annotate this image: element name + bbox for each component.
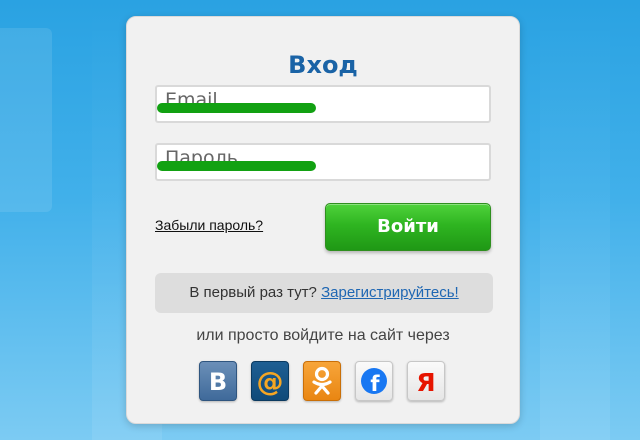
email-field[interactable] [155,85,491,123]
mail-ru-icon: @ [257,367,284,398]
facebook-icon: f [361,368,387,396]
register-prompt: В первый раз тут? [189,284,322,301]
facebook-login-button[interactable]: f [355,361,393,401]
odnoklassniki-icon [312,366,332,395]
svg-text:Я: Я [416,368,435,397]
login-card: Вход Забыли пароль? Войти В первый раз т… [126,16,520,424]
background-streak [540,0,610,440]
yandex-icon: Я [416,368,435,397]
login-title: Вход [288,51,358,79]
svg-text:B: B [209,368,227,396]
login-button[interactable]: Войти [325,203,491,251]
register-bar: В первый раз тут? Зарегистрируйтесь! [155,273,493,313]
email-progress-bar [157,103,317,113]
register-link[interactable]: Зарегистрируйтесь! [321,284,459,301]
svg-text:f: f [370,372,380,396]
social-login-caption: или просто войдите на сайт через [196,327,450,344]
social-login-row: B @ f Я [199,361,449,403]
password-field[interactable] [155,143,491,181]
vk-login-button[interactable]: B [199,361,237,401]
password-progress-bar [157,161,317,171]
mail-ru-login-button[interactable]: @ [251,361,289,401]
odnoklassniki-login-button[interactable] [303,361,341,401]
forgot-password-link[interactable]: Забыли пароль? [155,217,263,233]
vk-icon: B [209,368,227,396]
svg-text:@: @ [257,367,284,398]
background-panel [0,28,52,212]
yandex-login-button[interactable]: Я [407,361,445,401]
